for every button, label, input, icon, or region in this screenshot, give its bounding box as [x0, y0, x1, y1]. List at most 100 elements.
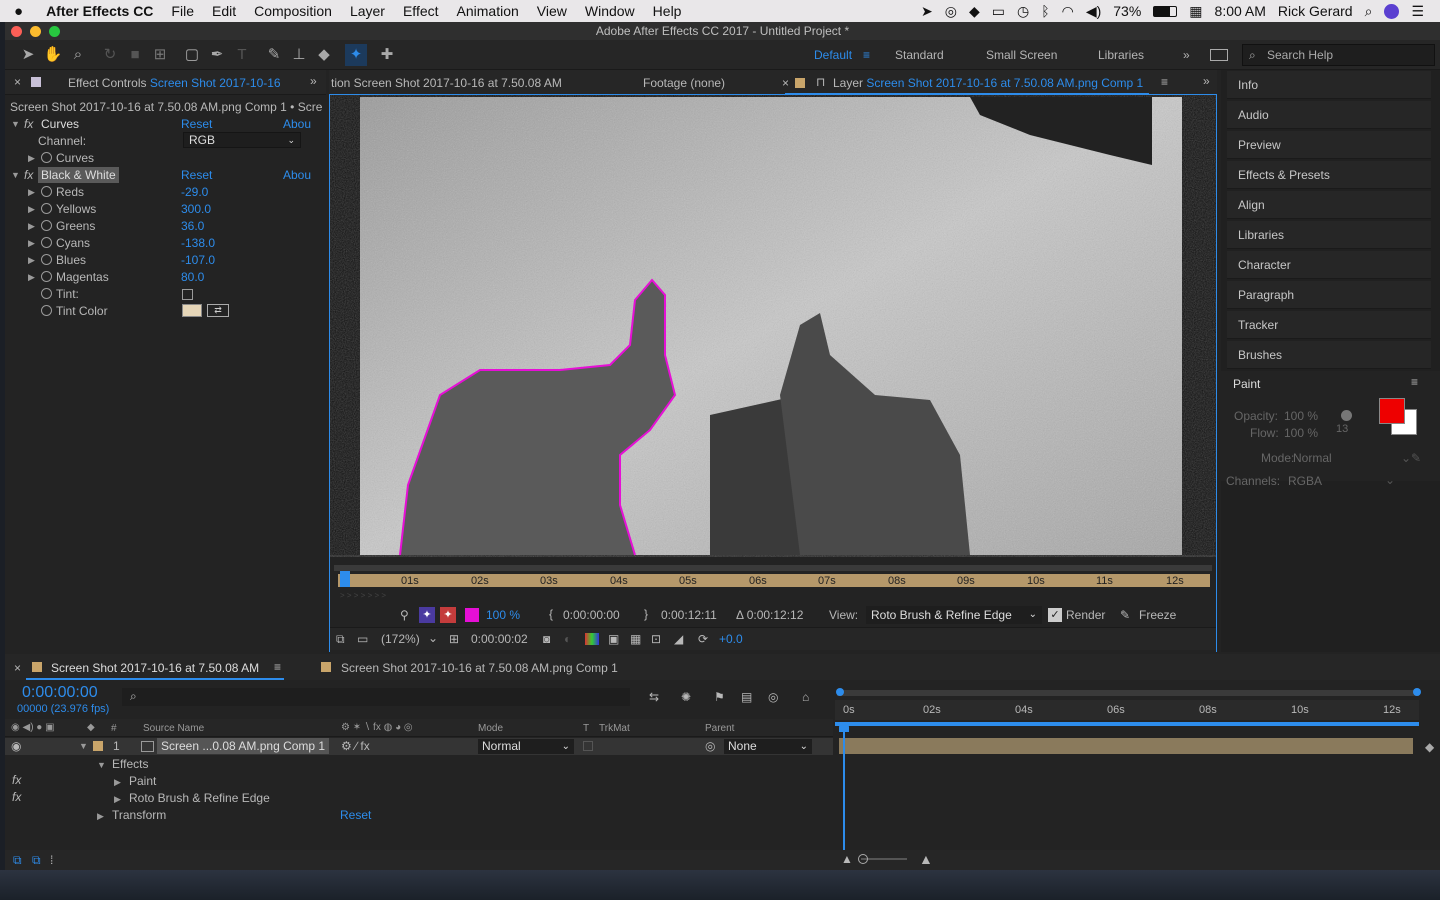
param-value[interactable]: 80.0	[181, 270, 204, 284]
twirl-icon[interactable]: ▶	[28, 187, 35, 198]
menu-file[interactable]: File	[162, 3, 203, 19]
zoom-out-icon[interactable]: ▲	[841, 852, 853, 866]
pen-tool-icon[interactable]: ✒	[206, 44, 228, 66]
close-tab-icon[interactable]: ×	[14, 75, 21, 89]
fx-icon[interactable]: fx	[12, 773, 21, 787]
clock[interactable]: 8:00 AM	[1215, 3, 1266, 19]
stopwatch-icon[interactable]	[41, 203, 52, 214]
stopwatch-icon[interactable]	[41, 288, 52, 299]
menu-composition[interactable]: Composition	[245, 3, 341, 19]
foreground-alpha-icon[interactable]: ✦	[419, 607, 435, 623]
visibility-eye-icon[interactable]: ◉	[11, 739, 21, 753]
roto-effect-label[interactable]: Roto Brush & Refine Edge	[129, 791, 270, 805]
comp-flowchart-icon[interactable]: ◢	[674, 632, 683, 646]
bw-effect-name[interactable]: Black & White	[38, 167, 119, 183]
menu-effect[interactable]: Effect	[394, 3, 448, 19]
panel-menu-icon[interactable]: ≡	[274, 660, 281, 674]
pickwhip-icon[interactable]: ◎	[705, 739, 715, 753]
switches-header-icons[interactable]: ⚙ ✶ ∖ fx ◍ ◕ ◎	[341, 722, 413, 733]
param-value[interactable]: 36.0	[181, 219, 204, 233]
siri-icon[interactable]	[1384, 3, 1400, 19]
stopwatch-icon[interactable]	[41, 152, 52, 163]
menu-view[interactable]: View	[528, 3, 576, 19]
show-snapshot-icon[interactable]: ◐	[564, 632, 571, 646]
menu-window[interactable]: Window	[576, 3, 644, 19]
layer-viewer-tab[interactable]: Layer Screen Shot 2017-10-16 at 7.50.08 …	[833, 76, 1143, 90]
twirl-icon[interactable]: ▶	[28, 272, 35, 283]
footage-viewer-tab[interactable]: Footage (none)	[643, 76, 725, 90]
layer-name[interactable]: Screen ...0.08 AM.png Comp 1	[157, 738, 330, 754]
param-value[interactable]: -138.0	[181, 236, 215, 250]
blend-mode-select[interactable]: Normal ⌄	[478, 739, 574, 754]
paragraph-panel-tab[interactable]: Paragraph	[1227, 281, 1431, 309]
magnification-value[interactable]: (172%)	[381, 632, 420, 646]
roto-twirl-icon[interactable]: ▶	[114, 794, 121, 805]
fx-icon[interactable]: fx	[24, 117, 33, 131]
rotate-tool-icon[interactable]: ↻	[99, 44, 121, 66]
timeline-tab-2[interactable]: Screen Shot 2017-10-16 at 7.50.08 AM.png…	[341, 661, 618, 675]
comp-viewer-tab[interactable]: tion Screen Shot 2017-10-16 at 7.50.08 A…	[331, 76, 562, 90]
bw-reset-button[interactable]: Reset	[181, 168, 212, 182]
out-point-time[interactable]: 0:00:12:11	[661, 608, 717, 622]
overlay-opacity[interactable]: 100 %	[486, 608, 520, 622]
layer-duration-bar[interactable]	[338, 574, 1210, 587]
layer-switches-icons[interactable]: ⚙ ∕ fx	[341, 739, 370, 753]
menu-layer[interactable]: Layer	[341, 3, 394, 19]
curves-twirl-icon[interactable]: ▼	[11, 119, 20, 129]
stopwatch-icon[interactable]	[41, 305, 52, 316]
label-color-swatch[interactable]	[93, 741, 103, 751]
location-icon[interactable]: ➤	[921, 3, 933, 20]
opacity-value[interactable]: 100 %	[1284, 409, 1318, 423]
preserve-transparency-toggle[interactable]	[583, 741, 593, 751]
chevron-down-icon[interactable]: ⌄	[428, 631, 438, 645]
parent-select[interactable]: None ⌄	[724, 739, 812, 754]
channels-value[interactable]: RGBA	[1288, 474, 1322, 488]
viewer-playhead[interactable]	[340, 571, 350, 587]
toggle-layer-switches-icon[interactable]: ⧉	[13, 853, 22, 868]
stopwatch-icon[interactable]	[41, 271, 52, 282]
twirl-icon[interactable]: ▶	[28, 221, 35, 232]
sync-settings-icon[interactable]	[1210, 49, 1228, 61]
menu-animation[interactable]: Animation	[448, 3, 528, 19]
apple-icon[interactable]: ●	[0, 3, 32, 20]
in-point-time[interactable]: 0:00:00:00	[563, 608, 620, 622]
libraries-panel-tab[interactable]: Libraries	[1227, 221, 1431, 249]
user-name[interactable]: Rick Gerard	[1278, 3, 1353, 19]
roto-brush-tool-icon[interactable]: ✦	[345, 44, 367, 66]
selection-tool-icon[interactable]: ➤	[17, 44, 39, 66]
effects-group-label[interactable]: Effects	[112, 757, 148, 771]
bluetooth-icon[interactable]: ᛒ	[1041, 3, 1049, 19]
param-value[interactable]: -29.0	[181, 185, 208, 199]
brushes-panel-tab[interactable]: Brushes	[1227, 341, 1431, 369]
close-tab-icon[interactable]: ×	[14, 661, 21, 675]
stopwatch-icon[interactable]	[41, 186, 52, 197]
panel-menu-icon[interactable]: ≡	[1161, 75, 1168, 89]
airplay-icon[interactable]: ▭	[992, 3, 1005, 20]
comp-mini-flowchart-icon[interactable]: ⇆	[649, 690, 659, 704]
channels-icon[interactable]	[585, 633, 599, 645]
grid-options-icon[interactable]: ⊞	[449, 632, 459, 646]
stopwatch-icon[interactable]	[41, 237, 52, 248]
close-window-button[interactable]	[11, 26, 22, 37]
timeline-search-input[interactable]: ⌕	[122, 688, 630, 706]
puppet-icon[interactable]: ⚲	[400, 608, 409, 622]
foreground-color-swatch[interactable]	[1379, 398, 1405, 424]
channel-select[interactable]: RGB ⌄	[183, 132, 301, 148]
chevron-down-icon[interactable]: ⌄	[1401, 451, 1411, 465]
source-name-header[interactable]: Source Name	[143, 723, 204, 734]
wifi-icon[interactable]: ◠	[1062, 3, 1074, 20]
zoom-window-button[interactable]	[49, 26, 60, 37]
effects-presets-panel-tab[interactable]: Effects & Presets	[1227, 161, 1431, 189]
graph-editor-icon[interactable]: ⌂	[802, 690, 809, 704]
transform-twirl-icon[interactable]: ▶	[97, 811, 104, 822]
menu-edit[interactable]: Edit	[203, 3, 245, 19]
curves-reset-button[interactable]: Reset	[181, 117, 212, 131]
close-tab-icon[interactable]: ×	[782, 76, 789, 90]
render-checkbox[interactable]: ✓	[1048, 608, 1062, 622]
workspace-default[interactable]: Default	[814, 48, 852, 62]
timeline-graph-area[interactable]: 0s 02s 04s 06s 08s 10s 12s	[835, 684, 1425, 872]
region-of-interest-icon[interactable]: ▣	[608, 632, 619, 646]
calendar-icon[interactable]: ▦	[1189, 3, 1202, 20]
brush-tool-icon[interactable]: ✎	[263, 44, 285, 66]
transparency-grid-icon[interactable]: ▦	[630, 632, 641, 646]
